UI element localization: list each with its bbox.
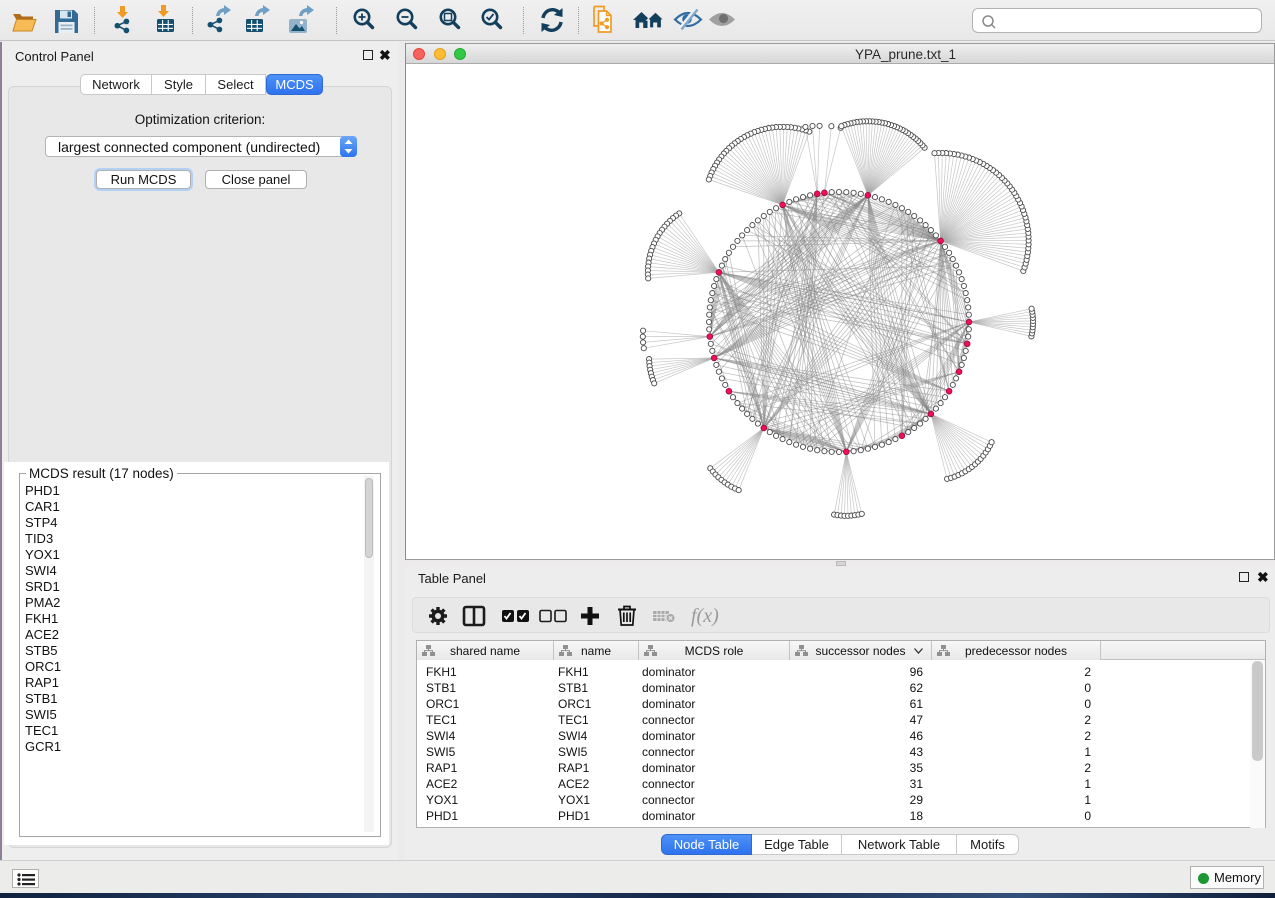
svg-text:f(x): f(x) — [691, 605, 719, 627]
